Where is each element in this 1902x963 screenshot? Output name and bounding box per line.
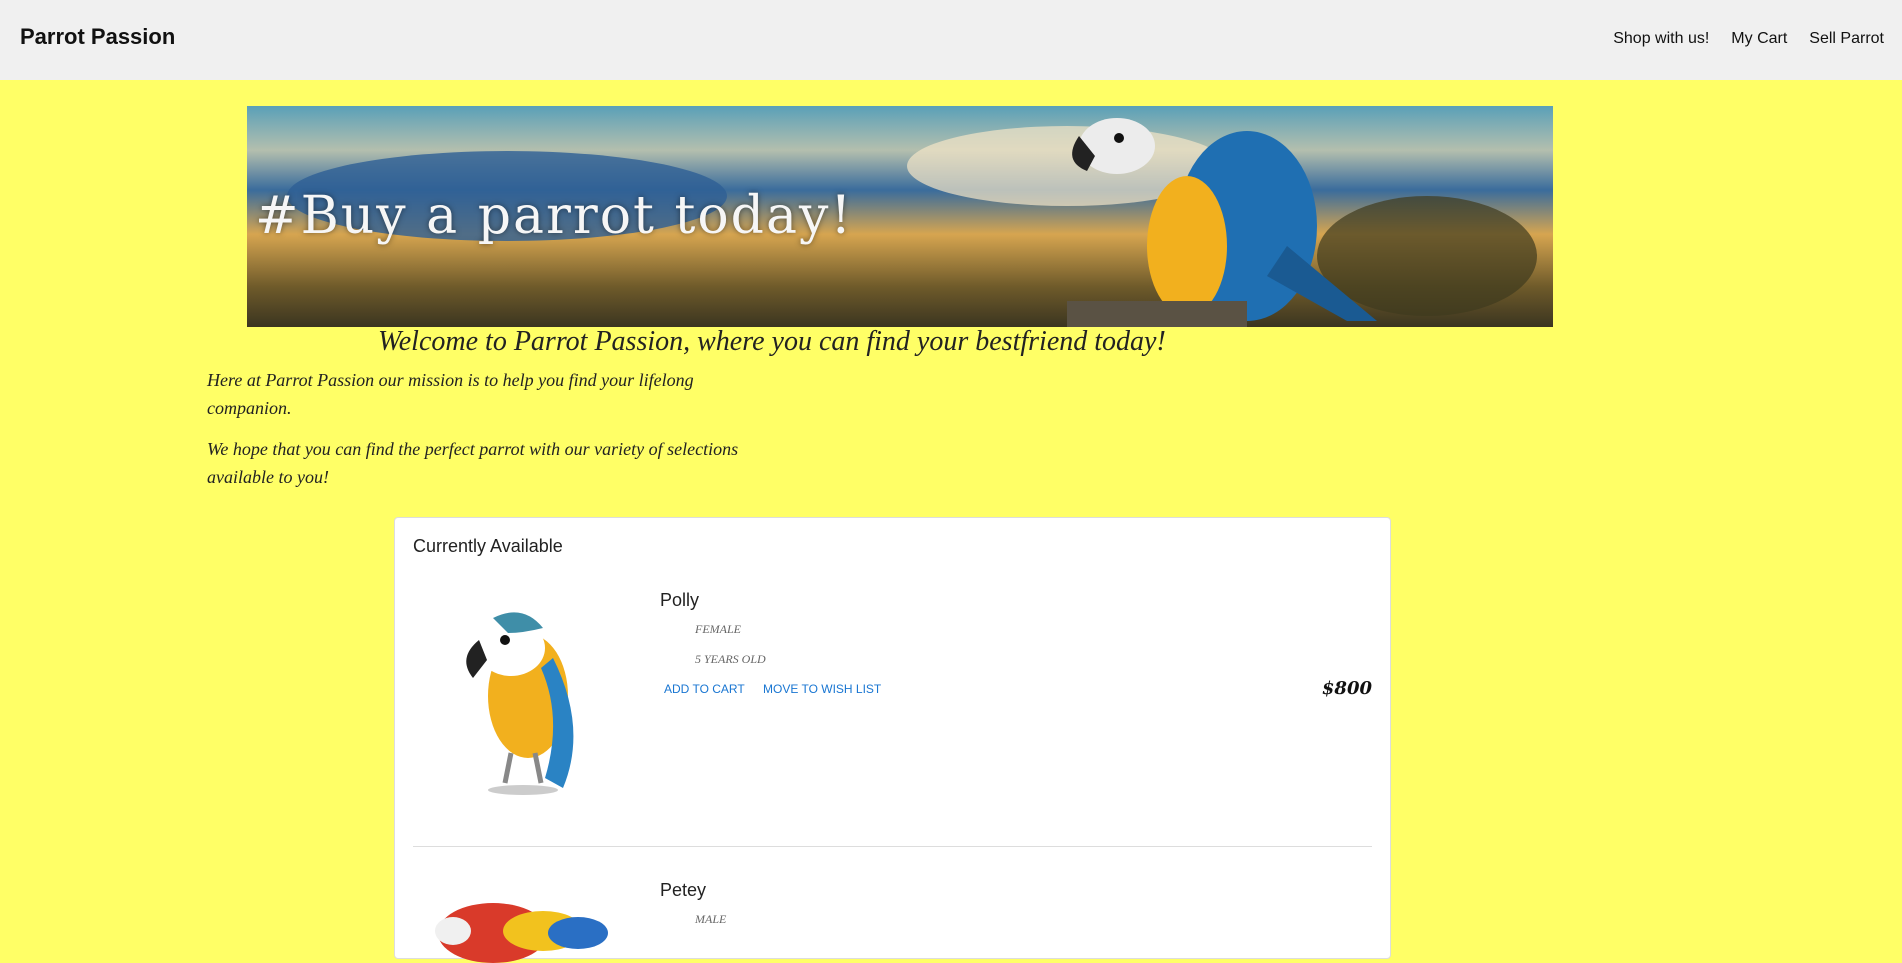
brand-logo-link[interactable]: Parrot Passion [20,24,175,50]
parrot-age-polly: 5 YEARS OLD [695,652,766,666]
move-to-wish-list-button[interactable]: MOVE TO WISH LIST [763,682,881,696]
nav-links: Shop with us! My Cart Sell Parrot [1613,30,1884,48]
nav-link-shop[interactable]: Shop with us! [1613,30,1709,48]
intro-paragraph-selection: We hope that you can find the perfect pa… [207,439,739,487]
nav-link-my-cart[interactable]: My Cart [1731,30,1787,48]
hero-banner: #Buy a parrot today! [247,106,1553,327]
parrot-name-petey: Petey [660,880,707,900]
intro-text: Here at Parrot Passion our mission is to… [207,366,747,504]
card-title: Currently Available [413,536,563,556]
available-parrots-card: Currently Available Polly FEMALE 5 YEARS… [394,517,1391,963]
nav-link-sell-parrot[interactable]: Sell Parrot [1809,30,1884,48]
parrot-sex-polly: FEMALE [695,622,741,636]
item-divider [413,846,1372,847]
banner-tagline: #Buy a parrot today! [255,186,854,246]
parrot-image-petey [413,873,628,963]
parrot-image-polly [413,578,628,808]
parrot-sex-petey: MALE [695,912,727,926]
top-navbar: Parrot Passion Shop with us! My Cart Sel… [0,0,1902,80]
parrot-price-polly: $800 [1321,678,1372,699]
intro-paragraph-mission: Here at Parrot Passion our mission is to… [207,370,694,418]
welcome-heading: Welcome to Parrot Passion, where you can… [378,326,1166,357]
parrot-name-polly: Polly [660,590,700,610]
add-to-cart-button[interactable]: ADD TO CART [664,682,745,696]
